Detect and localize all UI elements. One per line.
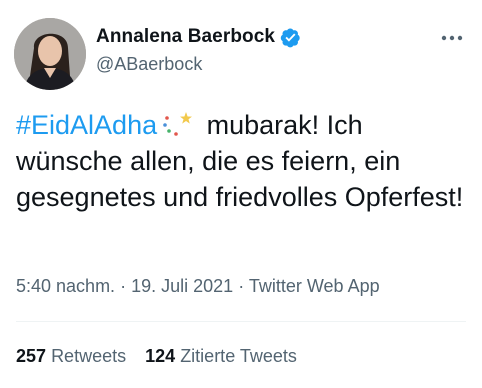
retweets-count: 257 bbox=[16, 346, 47, 366]
tweet: Annalena Baerbock @ABaerbock #EidAlAdha … bbox=[0, 0, 482, 388]
hashtag-link[interactable]: #EidAlAdha bbox=[16, 110, 157, 140]
quotes-label: Zitierte Tweets bbox=[180, 346, 297, 366]
author-name-row: Annalena Baerbock bbox=[96, 23, 301, 51]
display-name[interactable]: Annalena Baerbock bbox=[96, 26, 275, 48]
more-options-icon bbox=[441, 35, 463, 41]
profile-photo-icon bbox=[14, 18, 86, 90]
avatar[interactable] bbox=[14, 18, 86, 90]
verified-badge-icon bbox=[280, 27, 300, 47]
tweet-source-link[interactable]: Twitter Web App bbox=[249, 276, 380, 296]
crescent-moon-star-emoji-icon bbox=[163, 110, 193, 136]
retweets-label: Retweets bbox=[51, 346, 127, 366]
tweet-metadata: 5:40 nachm. · 19. Juli 2021 · Twitter We… bbox=[16, 276, 380, 297]
quotes-stat[interactable]: 124 Zitierte Tweets bbox=[145, 346, 297, 366]
author-handle[interactable]: @ABaerbock bbox=[96, 54, 202, 75]
divider bbox=[16, 321, 466, 322]
tweet-timestamp-link[interactable]: 5:40 nachm. · 19. Juli 2021 bbox=[16, 276, 233, 296]
meta-separator: · bbox=[238, 276, 245, 296]
tweet-stats: 257 Retweets 124 Zitierte Tweets bbox=[16, 346, 311, 367]
meta-separator: · bbox=[120, 276, 127, 296]
quotes-count: 124 bbox=[145, 346, 176, 366]
tweet-text: #EidAlAdha mubarak! Ich wünsche allen, d… bbox=[16, 107, 472, 215]
tweet-time: 5:40 nachm. bbox=[16, 276, 116, 296]
tweet-date: 19. Juli 2021 bbox=[131, 276, 234, 296]
retweets-stat[interactable]: 257 Retweets bbox=[16, 346, 126, 366]
more-options-button[interactable] bbox=[436, 26, 468, 50]
